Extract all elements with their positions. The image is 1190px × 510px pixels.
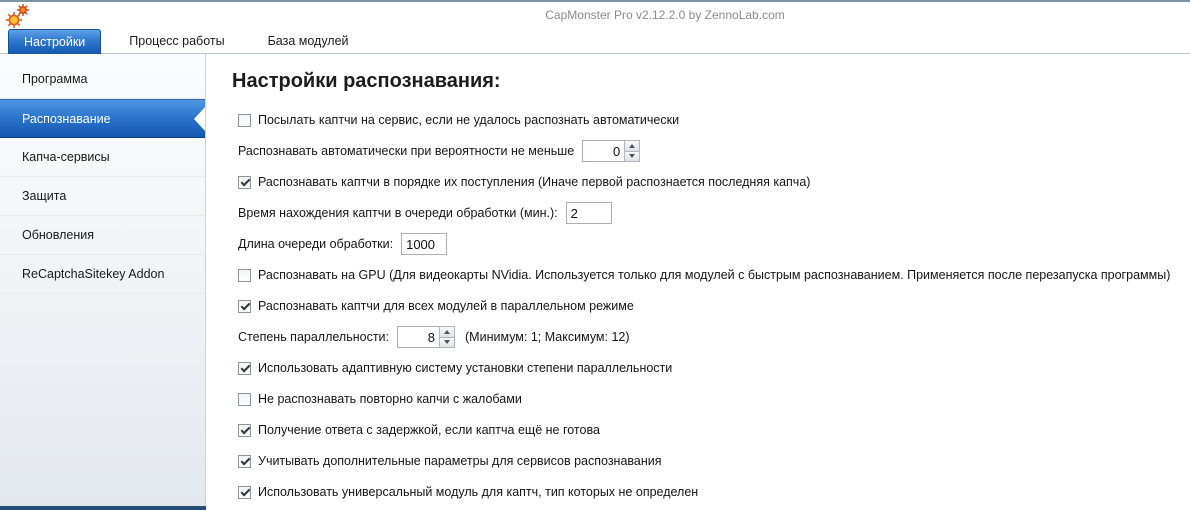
- spinner-min-probability: [582, 140, 640, 162]
- spinner-down-arrow-icon[interactable]: [624, 152, 640, 163]
- field-label-queue-length: Длина очереди обработки:: [238, 237, 393, 251]
- settings-panel: Настройки распознавания: Посылать каптчи…: [206, 54, 1190, 510]
- checkbox-gpu-recognition[interactable]: [238, 269, 251, 282]
- setting-row-parallel-mode: Распознавать каптчи для всех модулей в п…: [238, 291, 1190, 321]
- spinner-up-arrow-icon[interactable]: [624, 140, 640, 152]
- setting-row-gpu-recognition: Распознавать на GPU (Для видеокарты NVid…: [238, 260, 1190, 290]
- tab-процесс-работы[interactable]: Процесс работы: [114, 30, 239, 53]
- checkbox-queue-order[interactable]: [238, 176, 251, 189]
- checkbox-send-to-service[interactable]: [238, 114, 251, 127]
- text-input-queue-length[interactable]: [401, 233, 447, 255]
- field-label-parallel-degree: Степень параллельности:: [238, 330, 389, 344]
- checkbox-universal-module[interactable]: [238, 486, 251, 499]
- setting-row-parallel-degree: Степень параллельности: (Минимум: 1; Макс…: [238, 322, 1190, 352]
- checkbox-label-extra-service-params: Учитывать дополнительные параметры для с…: [258, 454, 662, 468]
- title-bar: CapMonster Pro v2.12.2.0 by ZennoLab.com: [0, 2, 1190, 28]
- spinner-input-parallel-degree[interactable]: [397, 326, 439, 348]
- checkbox-no-repeat-complaints[interactable]: [238, 393, 251, 406]
- tab-bar: Настройки Процесс работы База модулей: [0, 28, 1190, 54]
- setting-row-delayed-answer: Получение ответа с задержкой, если каптч…: [238, 415, 1190, 445]
- setting-row-queue-time-min: Время нахождения каптчи в очереди обрабо…: [238, 198, 1190, 228]
- setting-row-universal-module: Использовать универсальный модуль для ка…: [238, 477, 1190, 507]
- spinner-down-arrow-icon[interactable]: [439, 338, 455, 349]
- sidebar-item-obnovleniya[interactable]: Обновления: [0, 216, 205, 255]
- sidebar-item-recaptchasitekey-addon[interactable]: ReCaptchaSitekey Addon: [0, 255, 205, 294]
- field-note-parallel-degree: (Минимум: 1; Максимум: 12): [465, 330, 630, 344]
- checkbox-label-no-repeat-complaints: Не распознавать повторно капчи с жалобам…: [258, 392, 522, 406]
- checkbox-label-queue-order: Распознавать каптчи в порядке их поступл…: [258, 175, 810, 189]
- sidebar-item-zashchita[interactable]: Защита: [0, 177, 205, 216]
- setting-row-no-repeat-complaints: Не распознавать повторно капчи с жалобам…: [238, 384, 1190, 414]
- spinner-buttons-parallel-degree: [439, 326, 455, 348]
- settings-rows: Посылать каптчи на сервис, если не удало…: [238, 105, 1190, 507]
- tab-настройки[interactable]: Настройки: [8, 29, 101, 54]
- setting-row-min-probability: Распознавать автоматически при вероятнос…: [238, 136, 1190, 166]
- setting-row-queue-order: Распознавать каптчи в порядке их поступл…: [238, 167, 1190, 197]
- checkbox-extra-service-params[interactable]: [238, 455, 251, 468]
- sidebar-item-programma[interactable]: Программа: [0, 60, 205, 99]
- sidebar-bottom-strip: [0, 506, 206, 510]
- checkbox-adaptive-parallel[interactable]: [238, 362, 251, 375]
- checkbox-parallel-mode[interactable]: [238, 300, 251, 313]
- sidebar-item-raspoznavanie[interactable]: Распознавание: [0, 99, 205, 138]
- text-input-queue-time-min[interactable]: [566, 202, 612, 224]
- page-title: Настройки распознавания:: [232, 70, 1190, 93]
- checkbox-label-send-to-service: Посылать каптчи на сервис, если не удало…: [258, 113, 679, 127]
- sidebar: ПрограммаРаспознаваниеКапча-сервисыЗащит…: [0, 54, 206, 510]
- checkbox-delayed-answer[interactable]: [238, 424, 251, 437]
- window-title: CapMonster Pro v2.12.2.0 by ZennoLab.com: [0, 2, 1190, 28]
- checkbox-label-delayed-answer: Получение ответа с задержкой, если каптч…: [258, 423, 600, 437]
- setting-row-extra-service-params: Учитывать дополнительные параметры для с…: [238, 446, 1190, 476]
- checkbox-label-adaptive-parallel: Использовать адаптивную систему установк…: [258, 361, 672, 375]
- spinner-buttons-min-probability: [624, 140, 640, 162]
- gears-logo-icon: [5, 3, 31, 29]
- setting-row-queue-length: Длина очереди обработки:: [238, 229, 1190, 259]
- setting-row-adaptive-parallel: Использовать адаптивную систему установк…: [238, 353, 1190, 383]
- field-label-queue-time-min: Время нахождения каптчи в очереди обрабо…: [238, 206, 558, 220]
- field-label-min-probability: Распознавать автоматически при вероятнос…: [238, 144, 574, 158]
- capmonster-window: CapMonster Pro v2.12.2.0 by ZennoLab.com…: [0, 0, 1190, 510]
- checkbox-label-parallel-mode: Распознавать каптчи для всех модулей в п…: [258, 299, 634, 313]
- setting-row-send-to-service: Посылать каптчи на сервис, если не удало…: [238, 105, 1190, 135]
- checkbox-label-gpu-recognition: Распознавать на GPU (Для видеокарты NVid…: [258, 268, 1170, 282]
- spinner-up-arrow-icon[interactable]: [439, 326, 455, 338]
- tab-база-модулей[interactable]: База модулей: [253, 30, 364, 53]
- sidebar-item-kaptcha-servisy[interactable]: Капча-сервисы: [0, 138, 205, 177]
- spinner-parallel-degree: [397, 326, 455, 348]
- checkbox-label-universal-module: Использовать универсальный модуль для ка…: [258, 485, 698, 499]
- spinner-input-min-probability[interactable]: [582, 140, 624, 162]
- window-body: ПрограммаРаспознаваниеКапча-сервисыЗащит…: [0, 54, 1190, 510]
